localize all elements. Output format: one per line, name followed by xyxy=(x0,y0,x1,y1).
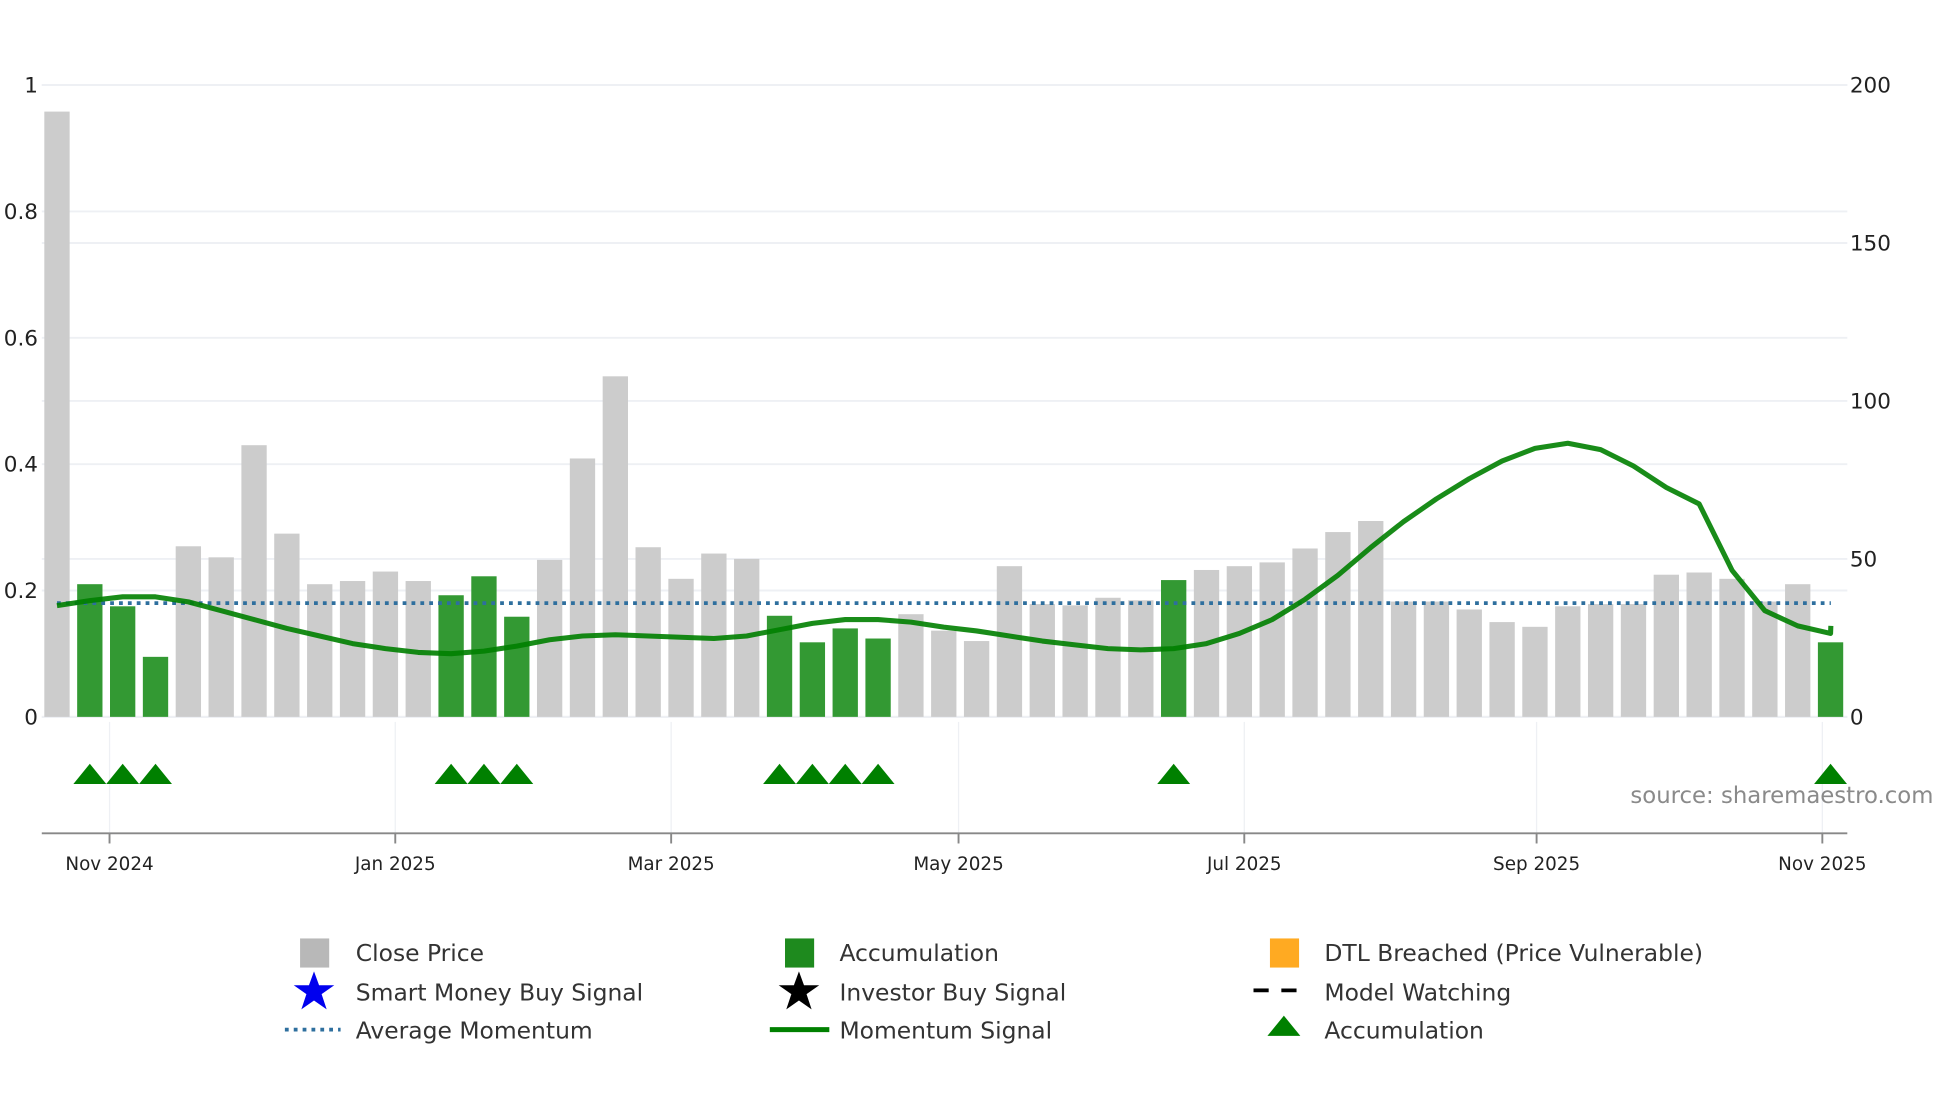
close-price-bar xyxy=(1620,604,1647,717)
gridlines xyxy=(41,84,1848,834)
close-price-legend-icon xyxy=(300,938,330,968)
legend-label: DTL Breached (Price Vulnerable) xyxy=(1324,939,1703,967)
close-price-bar xyxy=(1719,578,1745,717)
close-price-bar xyxy=(898,614,924,717)
close-price-bar xyxy=(1292,548,1318,717)
accumulation-triangle xyxy=(106,763,140,784)
accumulation-triangle xyxy=(434,763,468,784)
close-price-bar xyxy=(1456,609,1482,717)
x-tick-label: Mar 2025 xyxy=(628,854,715,875)
x-tick-label: Nov 2025 xyxy=(1778,854,1866,875)
accumulation-triangle xyxy=(139,763,172,784)
close-price-bar xyxy=(1423,601,1450,717)
accumulation-triangle xyxy=(73,763,107,784)
accumulation-bar xyxy=(110,606,136,717)
close-price-bar xyxy=(44,111,70,717)
close-price-bar xyxy=(1128,600,1154,717)
source-label: source: sharemaestro.com xyxy=(1630,783,1933,809)
smart-money-star-icon xyxy=(293,971,335,1010)
accumulation-triangle xyxy=(1814,763,1848,784)
close-price-bar xyxy=(1390,601,1417,717)
close-price-bar xyxy=(1522,626,1548,717)
close-price-bar xyxy=(1555,606,1581,717)
investor-star-icon xyxy=(778,971,820,1010)
accumulation-bar xyxy=(142,656,169,717)
right-tick-label: 100 xyxy=(1850,390,1891,415)
close-price-bar xyxy=(1587,604,1614,717)
close-price-bar xyxy=(208,557,234,717)
legend-label: Accumulation xyxy=(1324,1016,1483,1044)
accumulation-markers xyxy=(73,763,1848,784)
right-tick-label: 50 xyxy=(1850,548,1877,573)
left-tick-label: 0.2 xyxy=(4,579,38,604)
close-price-bar xyxy=(241,445,267,717)
close-price-bar xyxy=(996,566,1023,717)
accumulation-bar xyxy=(799,642,826,717)
close-price-bar xyxy=(701,553,727,717)
accumulation-triangle-icon xyxy=(1267,1015,1301,1036)
close-price-bar xyxy=(1653,574,1679,717)
x-tick-label: Jul 2025 xyxy=(1206,854,1282,875)
close-price-bar xyxy=(569,458,596,717)
legend-label: Close Price xyxy=(356,939,484,967)
momentum-chart: 0 0.2 0.4 0.6 0.8 1 0 50 100 150 200 Nov 2024 Jan 20… xyxy=(4,74,1934,1045)
accumulation-bar xyxy=(865,638,891,717)
left-tick-label: 0.6 xyxy=(4,326,38,351)
axes: 0 0.2 0.4 0.6 0.8 1 0 50 100 150 200 Nov 2024 Jan 20… xyxy=(4,74,1891,875)
close-price-bar xyxy=(1325,532,1351,717)
close-price-bar xyxy=(1095,597,1121,717)
x-tick-label: May 2025 xyxy=(913,854,1003,875)
accumulation-bar xyxy=(1817,642,1844,717)
left-tick-label: 0 xyxy=(24,705,38,730)
accumulation-triangle xyxy=(828,763,862,784)
dtl-breached-legend-icon xyxy=(1269,938,1300,968)
close-price-bar xyxy=(1489,622,1515,717)
close-price-bar xyxy=(1029,604,1055,717)
close-price-bar xyxy=(307,584,333,717)
legend-label: Average Momentum xyxy=(356,1016,593,1044)
x-tick-label: Nov 2024 xyxy=(65,854,153,875)
legend-label: Accumulation xyxy=(839,939,999,967)
close-price-bar xyxy=(963,641,990,717)
legend-label: Momentum Signal xyxy=(839,1016,1052,1044)
accumulation-legend-icon xyxy=(785,938,815,968)
right-tick-label: 200 xyxy=(1850,74,1891,99)
close-price-bar xyxy=(1062,605,1088,717)
accumulation-bar xyxy=(832,628,858,717)
accumulation-bar xyxy=(504,616,530,717)
x-tick-label: Sep 2025 xyxy=(1493,854,1580,875)
legend-label: Smart Money Buy Signal xyxy=(356,978,643,1006)
left-tick-label: 0.8 xyxy=(4,200,38,225)
accumulation-triangle xyxy=(795,763,829,784)
close-price-bar xyxy=(175,546,202,717)
left-tick-label: 0.4 xyxy=(4,453,38,478)
accumulation-triangle xyxy=(861,763,895,784)
close-price-bar xyxy=(668,578,694,717)
accumulation-triangle xyxy=(467,763,501,784)
legend-label: Investor Buy Signal xyxy=(839,978,1066,1006)
close-price-bar xyxy=(1686,572,1712,717)
close-price-bar xyxy=(1752,601,1778,717)
close-price-bar xyxy=(1259,562,1285,717)
close-price-bar xyxy=(931,630,957,717)
close-price-bar xyxy=(602,376,628,717)
accumulation-bar xyxy=(471,576,497,717)
legend-label: Model Watching xyxy=(1324,978,1511,1006)
left-tick-label: 1 xyxy=(24,74,38,99)
right-tick-label: 0 xyxy=(1850,705,1864,730)
close-price-bar xyxy=(635,547,661,717)
legend: Close Price Accumulation DTL Breached (P… xyxy=(284,938,1703,1044)
close-price-bar xyxy=(1226,566,1253,717)
x-tick-label: Jan 2025 xyxy=(354,854,436,875)
accumulation-triangle xyxy=(763,763,797,784)
right-tick-label: 150 xyxy=(1850,232,1891,257)
accumulation-triangle xyxy=(500,763,534,784)
close-price-bar xyxy=(372,571,399,717)
accumulation-triangle xyxy=(1157,763,1191,784)
